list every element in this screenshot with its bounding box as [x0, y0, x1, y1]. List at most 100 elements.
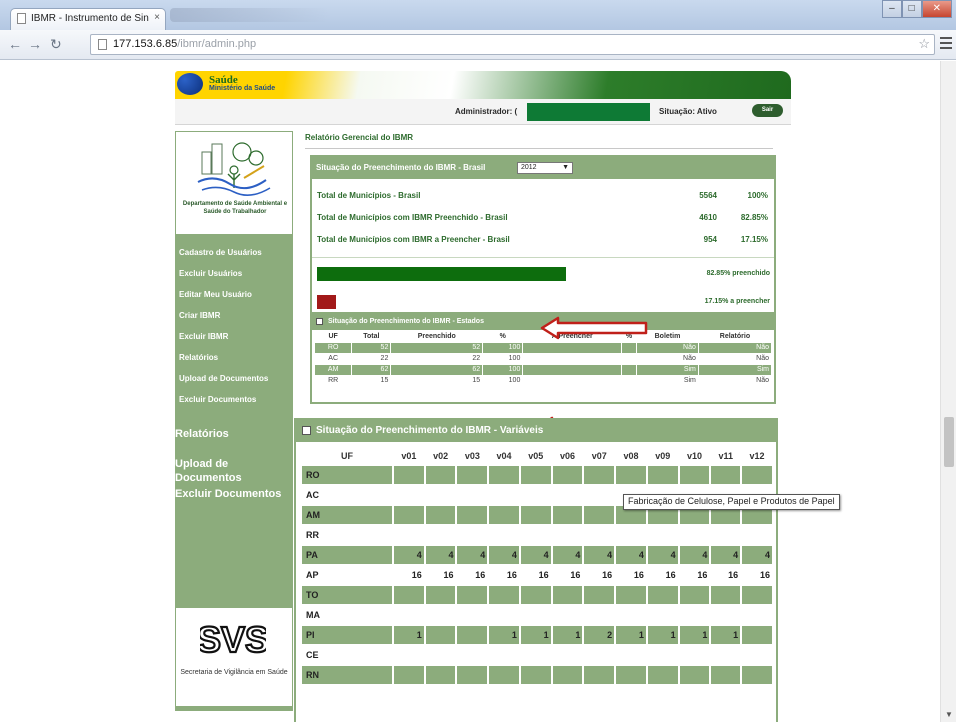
table-cell: 16 [425, 566, 456, 584]
sidebar-item-excluir-documentos[interactable]: Excluir Documentos [179, 394, 291, 415]
column-header[interactable]: v11 [711, 448, 740, 464]
table-cell: Sim [636, 363, 699, 376]
column-header[interactable]: v12 [742, 448, 772, 464]
column-header[interactable]: v04 [489, 448, 519, 464]
table-cell: 52 [351, 341, 392, 354]
table-cell [584, 586, 615, 604]
table-cell: Não [697, 341, 773, 354]
svs-logo-icon: SVS [200, 618, 266, 660]
column-header[interactable]: v05 [521, 448, 551, 464]
scrollbar-thumb[interactable] [944, 417, 954, 467]
scroll-down-icon[interactable]: ▼ [945, 710, 953, 719]
table-cell: 22 [351, 352, 392, 365]
table-cell [489, 586, 519, 604]
table-cell: 4 [584, 546, 615, 564]
year-select[interactable]: 2012 ▼ [517, 162, 573, 174]
table-cell [621, 363, 638, 376]
chevron-down-icon: ▼ [562, 164, 569, 171]
table-cell [742, 646, 772, 664]
forward-icon[interactable]: → [28, 36, 42, 52]
sidebar-item-upload-zoomed[interactable]: Upload de Documentos [175, 457, 293, 487]
table-cell [711, 646, 741, 664]
table-cell [552, 526, 583, 544]
table-row: PI 1 1 1 1 2 1 1 1 1 [302, 626, 772, 644]
table-cell: 16 [742, 566, 772, 584]
column-header[interactable]: v06 [553, 448, 583, 464]
sidebar-item-excluir-documentos-zoomed[interactable]: Excluir Documentos [175, 487, 293, 517]
browser-menu-icon[interactable] [940, 37, 952, 51]
tab-close-icon[interactable]: × [154, 12, 160, 23]
table-cell [616, 526, 646, 544]
table-row: RO [302, 466, 772, 484]
uf-cell: PI [302, 626, 392, 644]
url-host: 177.153.6.85 [113, 38, 178, 50]
sidebar-item-criar-ibmr[interactable]: Criar IBMR [179, 310, 291, 331]
stat-label: Total de Municípios - Brasil [317, 191, 421, 200]
table-cell [520, 486, 551, 504]
stat-percent: 17.15% [740, 235, 768, 244]
sidebar-item-cadastro-usuarios[interactable]: Cadastro de Usuários [179, 247, 291, 268]
table-cell: 15 [390, 374, 484, 387]
table-cell [425, 486, 456, 504]
sidebar-item-relatorios[interactable]: Relatórios [179, 352, 291, 373]
table-cell: 1 [616, 626, 646, 644]
ministry-logo-icon [177, 73, 203, 95]
close-window-button[interactable]: ✕ [921, 0, 952, 18]
table-cell [457, 606, 488, 624]
progress-label-pending: 17.15% a preencher [704, 298, 770, 305]
column-header[interactable]: v02 [426, 448, 456, 464]
table-cell [394, 486, 424, 504]
table-cell [457, 666, 488, 684]
column-header[interactable]: v09 [648, 448, 678, 464]
sidebar-item-excluir-usuarios[interactable]: Excluir Usuários [179, 268, 291, 289]
uf-cell: PA [302, 546, 392, 564]
column-header: UF [341, 451, 353, 461]
sidebar-item-relatorios-zoomed[interactable]: Relatórios [175, 427, 293, 457]
table-cell [457, 626, 488, 644]
sidebar-item-excluir-ibmr[interactable]: Excluir IBMR [179, 331, 291, 352]
maximize-button[interactable]: □ [901, 0, 922, 18]
sidebar-menu-collapsed: Cadastro de Usuários Excluir Usuários Ed… [179, 247, 291, 415]
table-cell: 4 [616, 546, 646, 564]
table-cell [647, 526, 678, 544]
table-cell [679, 606, 710, 624]
table-cell [711, 606, 741, 624]
collapse-toggle-icon[interactable] [316, 318, 323, 325]
exit-button[interactable]: Sair [752, 104, 783, 117]
header-info-bar: Administrador: ( Situação: Ativo Sair [175, 99, 791, 125]
divider [305, 148, 773, 149]
table-cell [647, 606, 678, 624]
table-cell: 16 [552, 566, 583, 584]
tab-title: IBMR - Instrumento de Sin [31, 13, 149, 24]
address-bar[interactable]: 177.153.6.85/ibmr/admin.php ☆ [90, 34, 935, 55]
table-row: RO 52 52 100 Não Não [313, 341, 773, 354]
stat-percent: 82.85% [740, 213, 768, 222]
page-scrollbar[interactable]: ▼ [940, 61, 956, 722]
column-header[interactable]: v01 [394, 448, 424, 464]
table-cell [520, 506, 551, 524]
column-header[interactable]: v07 [584, 448, 614, 464]
table-cell [457, 506, 488, 524]
table-cell [584, 606, 615, 624]
back-icon[interactable]: ← [8, 36, 22, 52]
table-cell [647, 666, 678, 684]
collapse-toggle-icon[interactable] [302, 426, 311, 435]
sidebar-item-upload-documentos[interactable]: Upload de Documentos [179, 373, 291, 394]
column-header[interactable]: v08 [616, 448, 646, 464]
reload-icon[interactable]: ↻ [50, 36, 62, 53]
bookmark-star-icon[interactable]: ☆ [918, 36, 930, 52]
admin-label: Administrador: ( [455, 107, 518, 116]
stat-label: Total de Municípios com IBMR Preenchido … [317, 213, 508, 222]
browser-tab[interactable]: IBMR - Instrumento de Sin × [10, 8, 166, 30]
table-row: RR 15 15 100 Sim Não [313, 374, 773, 387]
department-logo-box: Departamento de Saúde Ambiental e Saúde … [175, 131, 293, 235]
column-header[interactable]: v10 [680, 448, 710, 464]
sidebar-item-editar-usuario[interactable]: Editar Meu Usuário [179, 289, 291, 310]
table-cell: Não [697, 374, 773, 387]
minimize-button[interactable]: – [882, 0, 902, 18]
stat-count: 5564 [699, 191, 717, 200]
column-header[interactable]: v03 [457, 448, 487, 464]
table-row: RN [302, 666, 772, 684]
table-cell: RO [313, 341, 353, 354]
column-header: Preenchido [417, 332, 456, 340]
